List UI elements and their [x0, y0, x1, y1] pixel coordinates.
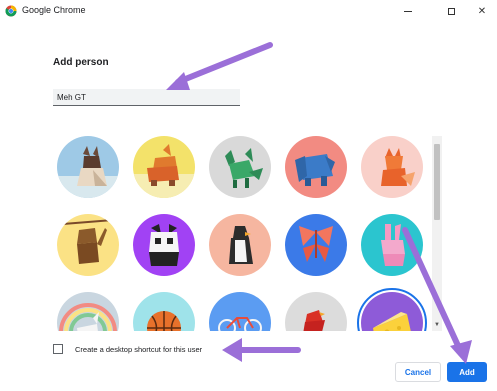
avatar-monkey[interactable] — [57, 214, 119, 276]
maximize-icon — [447, 7, 455, 15]
avatar-grid — [53, 131, 428, 331]
cancel-button[interactable]: Cancel — [395, 362, 441, 382]
scroll-down-arrow-icon[interactable]: ▼ — [434, 322, 440, 328]
maximize-button[interactable] — [436, 0, 466, 22]
avatar-butterfly[interactable] — [285, 214, 347, 276]
avatar-fox[interactable] — [361, 136, 423, 198]
dialog-heading: Add person — [53, 57, 109, 68]
elephant-icon — [285, 136, 347, 198]
avatar-unicorn[interactable] — [57, 292, 119, 331]
corgi-icon — [133, 136, 195, 198]
bird-icon — [285, 292, 347, 331]
arrow-to-name-input — [166, 42, 273, 90]
avatar-corgi[interactable] — [133, 136, 195, 198]
fox-icon — [361, 136, 423, 198]
avatar-elephant[interactable] — [285, 136, 347, 198]
avatar-penguin[interactable] — [209, 214, 271, 276]
avatar-cat[interactable] — [57, 136, 119, 198]
close-icon: ✕ — [477, 5, 487, 17]
desktop-shortcut-label: Create a desktop shortcut for this user — [75, 345, 203, 354]
name-input[interactable] — [53, 89, 240, 106]
cheese-icon — [361, 292, 423, 331]
dragon-icon — [209, 136, 271, 198]
penguin-icon — [209, 214, 271, 276]
cat-icon — [57, 136, 119, 198]
bike-icon — [209, 292, 271, 331]
avatar-bike[interactable] — [209, 292, 271, 331]
butterfly-icon — [285, 214, 347, 276]
avatar-basketball[interactable] — [133, 292, 195, 331]
unicorn-icon — [57, 292, 119, 331]
window-title: Google Chrome — [22, 5, 86, 15]
rabbit-icon — [361, 214, 423, 276]
arrow-to-checkbox — [222, 338, 301, 362]
avatar-scrollbar-thumb[interactable] — [434, 144, 440, 220]
basketball-icon — [133, 292, 195, 331]
title-bar: Google Chrome ✕ — [0, 0, 497, 22]
close-button[interactable]: ✕ — [467, 0, 497, 22]
panda-icon — [133, 214, 195, 276]
monkey-icon — [57, 214, 119, 276]
desktop-shortcut-checkbox[interactable] — [53, 344, 63, 354]
minimize-icon — [404, 10, 412, 12]
avatar-bird[interactable] — [285, 292, 347, 331]
avatar-panda[interactable] — [133, 214, 195, 276]
chrome-logo-icon — [5, 5, 17, 17]
avatar-dragon[interactable] — [209, 136, 271, 198]
avatar-rabbit[interactable] — [361, 214, 423, 276]
minimize-button[interactable] — [393, 0, 423, 22]
add-button[interactable]: Add — [447, 362, 487, 382]
avatar-cheese[interactable] — [357, 288, 427, 331]
